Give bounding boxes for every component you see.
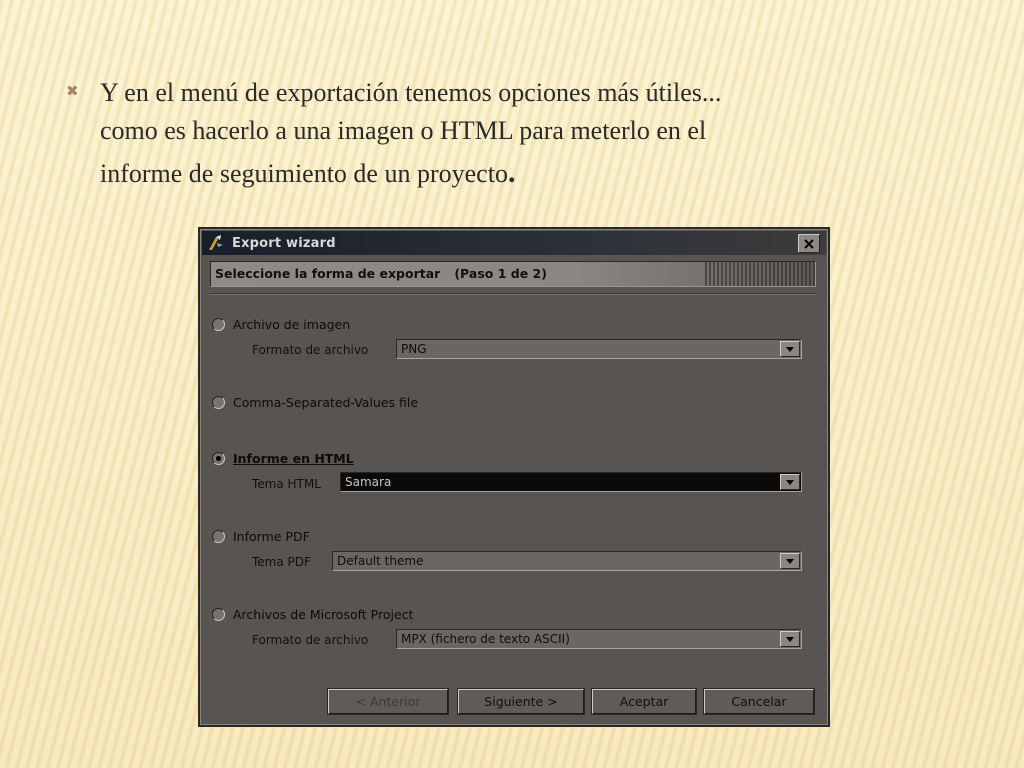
radio-archivo-imagen[interactable]: Archivo de imagen: [212, 317, 350, 332]
slide-text: ✖ Y en el menú de exportación tenemos op…: [66, 74, 966, 193]
app-icon: [206, 233, 226, 253]
header-stripes: [705, 262, 815, 286]
select-value: PNG: [401, 342, 427, 356]
slide-line-1: Y en el menú de exportación tenemos opci…: [100, 78, 722, 107]
header-text: Seleccione la forma de exportar (Paso 1 d…: [215, 266, 547, 281]
title-bar[interactable]: Export wizard: [202, 231, 826, 255]
html-theme-select[interactable]: Samara: [340, 472, 802, 492]
radio-ms-project[interactable]: Archivos de Microsoft Project: [212, 607, 413, 622]
close-icon: [804, 238, 814, 249]
radio-button[interactable]: [212, 396, 225, 409]
formato-archivo-label: Formato de archivo: [252, 343, 369, 357]
option-label: Archivos de Microsoft Project: [233, 607, 414, 622]
chevron-down-icon[interactable]: [780, 631, 800, 647]
project-format-select[interactable]: MPX (fichero de texto ASCII): [396, 629, 802, 649]
radio-button[interactable]: [212, 318, 225, 331]
radio-button[interactable]: [212, 608, 225, 621]
close-button[interactable]: [798, 234, 820, 253]
cancel-button[interactable]: Cancelar: [704, 689, 814, 714]
radio-button[interactable]: [212, 530, 225, 543]
tema-html-label: Tema HTML: [252, 477, 321, 491]
slide-paragraph: Y en el menú de exportación tenemos opci…: [100, 74, 966, 193]
option-label: Informe PDF: [233, 529, 310, 544]
next-button[interactable]: Siguiente >: [458, 689, 584, 714]
slide-line-3-wrap: informe de seguimiento de un proyecto.: [100, 154, 966, 193]
chevron-down-icon[interactable]: [780, 474, 800, 490]
slide-line-2: como es hacerlo a una imagen o HTML para…: [100, 116, 707, 145]
select-value: Samara: [345, 475, 392, 489]
radio-csv[interactable]: Comma-Separated-Values file: [212, 395, 418, 410]
slide-line-3-end: .: [507, 156, 516, 189]
tema-pdf-label: Tema PDF: [252, 555, 311, 569]
header-title: Seleccione la forma de exportar: [215, 266, 441, 281]
slide-line-3: informe de seguimiento de un proyecto: [100, 159, 508, 188]
window-title: Export wizard: [232, 235, 336, 251]
wizard-header: Seleccione la forma de exportar (Paso 1 d…: [210, 261, 816, 287]
image-format-select[interactable]: PNG: [396, 339, 802, 359]
chevron-down-icon[interactable]: [780, 341, 800, 357]
chevron-down-icon[interactable]: [780, 553, 800, 569]
header-step: (Paso 1 de 2): [454, 266, 547, 281]
x-bullet-icon: ✖: [66, 82, 79, 100]
option-label: Archivo de imagen: [233, 317, 351, 332]
back-button[interactable]: < Anterior: [328, 689, 448, 714]
export-wizard-window: Export wizard Seleccione la forma de exp…: [198, 227, 830, 727]
radio-button-checked[interactable]: [212, 452, 225, 465]
pdf-theme-select[interactable]: Default theme: [332, 551, 802, 571]
radio-informe-html[interactable]: Informe en HTML: [212, 451, 354, 466]
radio-informe-pdf[interactable]: Informe PDF: [212, 529, 310, 544]
option-label: Informe en HTML: [233, 451, 354, 466]
option-label: Comma-Separated-Values file: [233, 395, 419, 410]
select-value: MPX (fichero de texto ASCII): [401, 632, 570, 646]
select-value: Default theme: [337, 554, 424, 568]
accept-button[interactable]: Aceptar: [592, 689, 696, 714]
divider: [210, 293, 816, 295]
formato-archivo-project-label: Formato de archivo: [252, 633, 369, 647]
